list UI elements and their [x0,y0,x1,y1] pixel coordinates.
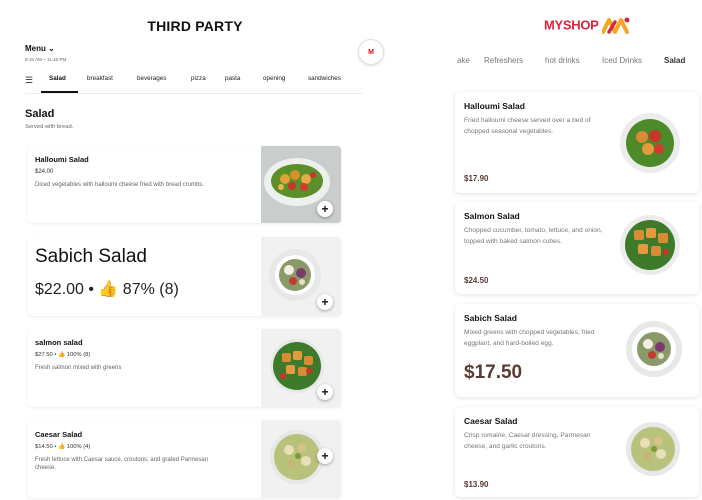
section-title: Salad [25,108,55,120]
item-name: Salmon Salad [464,211,520,221]
menu-item-card[interactable]: Halloumi Salad $24.00 Diced vegetables w… [28,146,341,223]
caesar-salad-image [626,422,680,476]
tab-sandwiches[interactable]: sandwiches [308,75,341,82]
menu-dropdown[interactable]: Menu ⌄ [25,44,55,53]
item-description: Fresh lettuce with Caesar sauce, crouton… [35,457,209,471]
item-price-rating: $22.00 • 👍 87% (8) [35,281,179,298]
list-icon[interactable]: ☰ [25,75,33,86]
tab-pizza[interactable]: pizza [191,75,206,82]
item-name: Sabich Salad [35,246,147,267]
menu-item-card[interactable]: Caesar Salad Crisp romaine, Caesar dress… [455,407,699,497]
item-description: Fresh salmon mixed with greens [35,365,122,371]
third-party-panel: THIRD PARTY Menu ⌄ 8:15 AM – 11:45 PM ☰ … [0,0,362,500]
item-name: Halloumi Salad [35,155,89,164]
item-name: Halloumi Salad [464,101,525,111]
item-name: Sabich Salad [464,313,517,323]
tab-pasta[interactable]: pasta [225,75,240,82]
item-price: $24.00 [35,169,54,175]
add-item-button[interactable]: + [317,294,333,310]
category-tabbar: ☰ Salad breakfast beverages pizza pasta … [25,72,362,94]
salmon-salad-image [620,215,680,275]
item-description: Mixed greens with chopped vegetables, fr… [464,329,595,347]
tab-breakfast[interactable]: breakfast [87,75,113,82]
shop-logo-text: MYSHOP [544,17,599,33]
item-price-rating: $27.50 • 👍 100% (8) [35,352,91,358]
item-price: $13.90 [464,480,489,489]
tab-opening[interactable]: opening [263,75,285,82]
tab-hot-drinks[interactable]: hot drinks [545,56,580,65]
item-price-rating: $14.50 • 👍 100% (4) [35,444,91,450]
tab-salad[interactable]: Salad [664,56,685,65]
tab-beverages[interactable]: beverages [137,75,166,82]
sabich-salad-image [626,321,682,377]
tab-iced-drinks[interactable]: Iced Drinks [602,56,642,65]
item-name: salmon salad [35,338,83,347]
active-tab-indicator [41,91,78,93]
item-description: Crisp romaine, Caesar dressing, Parmesan… [464,432,591,450]
section-subtitle: Served with bread. [25,124,74,130]
add-item-button[interactable]: + [317,201,333,217]
add-item-button[interactable]: + [317,384,333,400]
third-party-title: THIRD PARTY [147,18,243,34]
shop-logo: MYSHOP [544,17,630,35]
tab-salad[interactable]: Salad [49,75,66,82]
menu-item-card[interactable]: Caesar Salad $14.50 • 👍 100% (4) Fresh l… [28,420,341,498]
my-shop-panel: MYSHOP ake Refreshers hot drinks Iced Dr… [442,0,702,500]
menu-hours: 8:15 AM – 11:45 PM [25,57,67,62]
item-description: Diced vegetables with halloumi cheese fr… [35,182,205,188]
store-logo-badge[interactable]: M [358,39,384,65]
shop-logo-icon [601,17,630,34]
add-item-button[interactable]: + [317,448,333,464]
item-price: $17.90 [464,174,489,183]
item-price: $24.50 [464,276,489,285]
item-description: Chopped cucumber, tomato, lettuce, and o… [464,227,603,245]
item-name: Caesar Salad [35,430,83,439]
menu-item-card[interactable]: Salmon Salad Chopped cucumber, tomato, l… [455,202,699,294]
menu-item-card[interactable]: Sabich Salad $22.00 • 👍 87% (8) + [28,237,341,316]
menu-item-card[interactable]: salmon salad $27.50 • 👍 100% (8) Fresh s… [28,329,341,407]
item-description: Fried halloumi cheese served over a bed … [464,117,591,135]
menu-item-card[interactable]: Sabich Salad Mixed greens with chopped v… [455,304,699,397]
menu-item-card[interactable]: Halloumi Salad Fried halloumi cheese ser… [455,92,699,193]
halloumi-salad-image [620,113,680,173]
item-price: $17.50 [464,362,523,383]
tab-cake[interactable]: ake [457,56,470,65]
tab-refreshers[interactable]: Refreshers [484,56,523,65]
item-name: Caesar Salad [464,416,518,426]
